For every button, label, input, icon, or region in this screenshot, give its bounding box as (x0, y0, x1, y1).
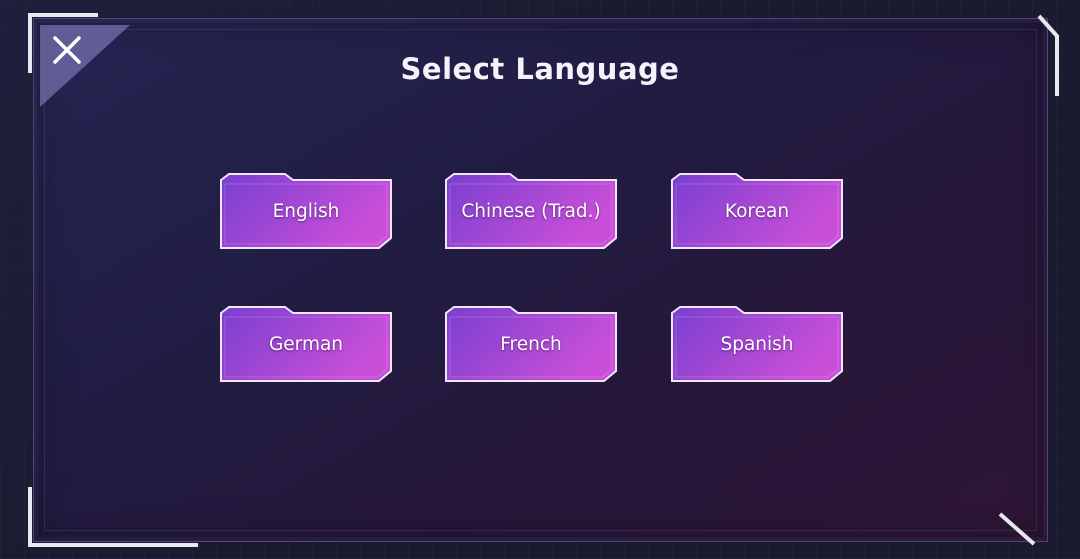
language-label: German (268, 334, 344, 355)
language-button-spanish[interactable]: Spanish (668, 305, 846, 385)
language-label: Korean (724, 201, 790, 222)
frame-corner-bottom-left (28, 487, 198, 547)
language-button-german[interactable]: German (217, 305, 395, 385)
panel-inner-border (44, 29, 1037, 531)
language-button-korean[interactable]: Korean (668, 172, 846, 252)
language-label: Spanish (720, 334, 794, 355)
language-button-french[interactable]: French (442, 305, 620, 385)
language-button-english[interactable]: English (217, 172, 395, 252)
frame-corner-bottom-right (998, 512, 1036, 546)
language-label: French (500, 334, 562, 355)
language-label: Chinese (Trad.) (461, 201, 601, 222)
language-button-chinese-trad[interactable]: Chinese (Trad.) (442, 172, 620, 252)
dialog-title: Select Language (400, 52, 680, 86)
language-dialog (33, 18, 1048, 542)
language-label: English (272, 201, 340, 222)
